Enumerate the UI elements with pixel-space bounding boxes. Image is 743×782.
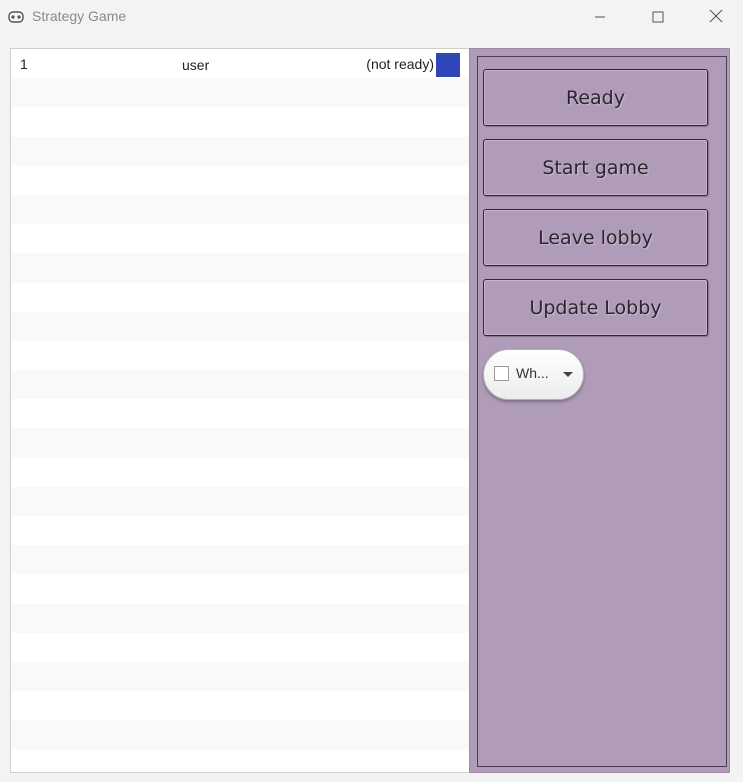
empty-list-row <box>11 107 469 136</box>
empty-list-row <box>11 691 469 720</box>
empty-list-row <box>11 78 469 108</box>
maximize-button[interactable] <box>629 0 687 34</box>
minimize-button[interactable] <box>571 0 629 34</box>
gamepad-icon <box>8 9 24 23</box>
empty-list-row <box>11 341 469 370</box>
lobby-actions-panel: Ready Start game Leave lobby Update Lobb… <box>469 48 730 773</box>
empty-list-row <box>11 603 469 633</box>
start-game-button[interactable]: Start game <box>483 139 708 196</box>
ready-button[interactable]: Ready <box>483 69 708 126</box>
empty-list-row <box>11 486 469 516</box>
empty-list-row <box>11 224 469 253</box>
empty-list-row <box>11 516 469 545</box>
player-color-swatch <box>436 53 460 77</box>
close-button[interactable] <box>687 0 743 34</box>
empty-list-row <box>11 370 469 400</box>
player-status: (not ready) <box>366 56 434 72</box>
update-lobby-button[interactable]: Update Lobby <box>483 279 708 336</box>
leave-lobby-button[interactable]: Leave lobby <box>483 209 708 266</box>
player-list[interactable]: 1 user (not ready) <box>10 48 469 773</box>
close-icon <box>709 8 723 27</box>
maximize-icon <box>652 8 664 27</box>
empty-list-row <box>11 136 469 166</box>
minimize-icon <box>594 8 606 27</box>
empty-list-row <box>11 166 469 195</box>
color-checkbox[interactable] <box>494 366 509 381</box>
player-number: 1 <box>20 56 28 72</box>
player-name: user <box>182 57 210 73</box>
empty-list-row <box>11 458 469 487</box>
empty-list-row <box>11 194 469 225</box>
empty-list-row <box>11 311 469 341</box>
chevron-down-icon <box>563 372 573 377</box>
empty-list-row <box>11 750 469 773</box>
title-bar: Strategy Game <box>0 0 743 34</box>
empty-list-row <box>11 428 469 458</box>
empty-list-row <box>11 720 469 750</box>
empty-list-row <box>11 574 469 603</box>
window-title: Strategy Game <box>32 8 127 24</box>
empty-list-row <box>11 633 469 662</box>
color-select-value: Wh... <box>516 365 549 381</box>
lobby-content: 1 user (not ready) Ready Start game Leav… <box>10 48 730 773</box>
color-select[interactable]: Wh... <box>483 349 584 400</box>
empty-list-row <box>11 399 469 428</box>
empty-list-row <box>11 253 469 283</box>
empty-list-row <box>11 545 469 575</box>
empty-list-row <box>11 661 469 692</box>
player-row[interactable]: 1 user (not ready) <box>11 49 469 78</box>
empty-list-row <box>11 283 469 312</box>
